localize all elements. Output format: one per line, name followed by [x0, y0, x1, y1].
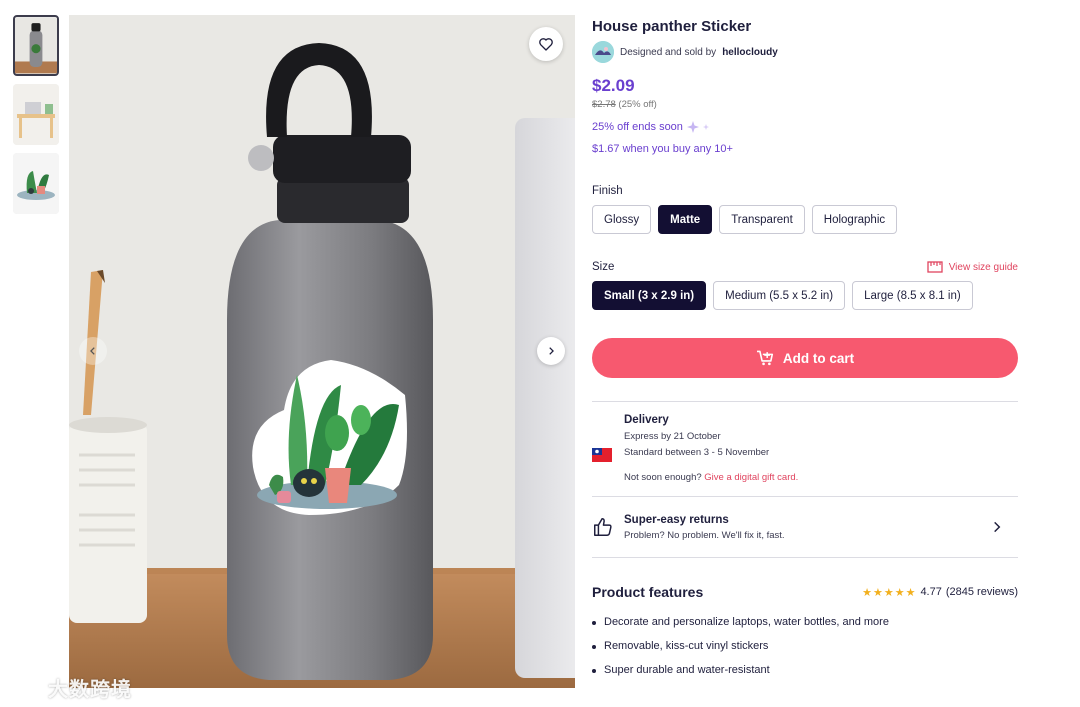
sparkle-icon: [686, 121, 709, 133]
gift-card-link[interactable]: Give a digital gift card.: [704, 472, 798, 483]
size-guide-link[interactable]: View size guide: [927, 261, 1018, 273]
features-title: Product features: [592, 584, 704, 600]
designer-name-link[interactable]: hellocloudy: [722, 47, 778, 58]
chevron-right-icon: [549, 347, 554, 355]
chevron-right-icon: [994, 521, 1001, 533]
rating-count: (2845 reviews): [945, 586, 1018, 598]
size-option-small[interactable]: Small (3 x 2.9 in): [592, 281, 707, 310]
thumbnail-list: [13, 15, 59, 222]
finish-option-matte[interactable]: Matte: [658, 205, 713, 234]
delivery-express: Express by 21 October: [624, 431, 721, 442]
finish-option-glossy[interactable]: Glossy: [592, 205, 652, 234]
designer-prefix: Designed and sold by: [620, 46, 717, 58]
list-item: Super durable and water-resistant: [592, 664, 1018, 676]
bottle-scene-illustration: [69, 15, 575, 688]
rating-value: 4.77: [920, 586, 942, 598]
delivery-section: Delivery Express by 21 October Standard …: [592, 401, 1018, 496]
chevron-left-icon: [90, 347, 95, 355]
delivery-title: Delivery: [624, 414, 669, 426]
designer-avatar[interactable]: [592, 41, 614, 63]
finish-option-holographic[interactable]: Holographic: [811, 205, 898, 234]
taiwan-flag-icon: [592, 448, 612, 462]
delivery-standard: Standard between 3 - 5 November: [624, 447, 770, 458]
current-price: $2.09: [592, 76, 635, 95]
features-list: Decorate and personalize laptops, water …: [592, 616, 1018, 676]
features-header: Product features ★★★★★ 4.77 (2845 review…: [592, 584, 1018, 600]
watermark-text: 大数跨境: [48, 679, 132, 701]
ruler-icon: [927, 261, 943, 273]
size-option-large[interactable]: Large (8.5 x 8.1 in): [852, 281, 973, 310]
original-price: $2.78: [592, 99, 616, 110]
promo-banner: 25% off ends soon: [592, 121, 1018, 133]
next-image-button[interactable]: [537, 337, 565, 365]
list-item: Decorate and personalize laptops, water …: [592, 616, 1018, 628]
size-header: Size View size guide: [592, 261, 1018, 273]
size-label: Size: [592, 261, 615, 273]
thumbnail-sticker[interactable]: [13, 153, 59, 214]
delivery-note: Not soon enough? Give a digital gift car…: [624, 472, 1018, 483]
watermark-logo-icon: [10, 678, 42, 696]
returns-subtitle: Problem? No problem. We'll fix it, fast.: [624, 529, 785, 541]
finish-label: Finish: [592, 185, 623, 197]
thumbnail-bottle[interactable]: [13, 15, 59, 76]
delivery-note-prefix: Not soon enough?: [624, 472, 702, 483]
watermark: 大数跨境: [10, 673, 132, 702]
bulk-offer: $1.67 when you buy any 10+: [592, 143, 733, 155]
promo-text: 25% off ends soon: [592, 121, 683, 133]
size-guide-label: View size guide: [948, 261, 1018, 273]
rating-summary[interactable]: ★★★★★ 4.77 (2845 reviews): [862, 586, 1018, 599]
star-rating-icon: ★★★★★: [862, 586, 917, 599]
list-item: Removable, kiss-cut vinyl stickers: [592, 640, 1018, 652]
add-to-cart-button[interactable]: Add to cart: [592, 338, 1018, 378]
thumbnail-desk[interactable]: [13, 84, 59, 145]
cart-plus-icon: [756, 350, 773, 366]
returns-row[interactable]: Super-easy returns Problem? No problem. …: [592, 496, 1018, 558]
discount-percent: (25% off): [618, 99, 657, 110]
original-price-line: $2.78 (25% off): [592, 99, 1018, 110]
size-option-medium[interactable]: Medium (5.5 x 5.2 in): [713, 281, 846, 310]
finish-option-transparent[interactable]: Transparent: [719, 205, 805, 234]
main-product-image: [69, 15, 575, 688]
finish-options: Glossy Matte Transparent Holographic: [592, 205, 1018, 234]
product-details-panel: House panther Sticker Designed and sold …: [592, 15, 1018, 688]
previous-image-button[interactable]: [79, 337, 107, 365]
size-options: Small (3 x 2.9 in) Medium (5.5 x 5.2 in)…: [592, 281, 1018, 310]
product-title: House panther Sticker: [592, 18, 752, 35]
add-to-cart-label: Add to cart: [782, 350, 855, 366]
designer-line: Designed and sold by hellocloudy: [592, 41, 1018, 63]
returns-title: Super-easy returns: [624, 513, 729, 526]
heart-icon: [539, 38, 553, 51]
favorite-button[interactable]: [529, 27, 563, 61]
thumbs-up-icon: [594, 518, 612, 536]
